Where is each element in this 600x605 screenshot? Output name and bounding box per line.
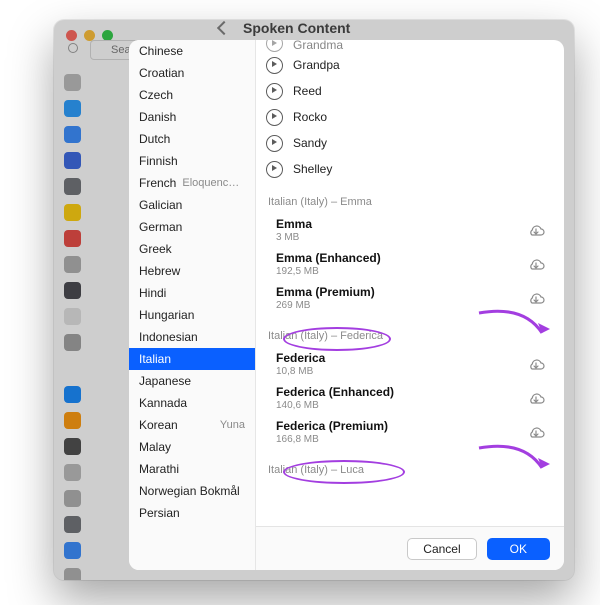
language-item[interactable]: Persian <box>129 502 255 524</box>
language-sub: Eloquence (E... <box>182 177 245 189</box>
voice-name: Sandy <box>293 136 327 150</box>
language-item[interactable]: Hindi <box>129 282 255 304</box>
language-sub: Yuna <box>220 419 245 431</box>
voice-name: Emma (Enhanced) <box>276 252 381 265</box>
language-item[interactable]: Danish <box>129 106 255 128</box>
play-icon[interactable] <box>266 135 283 152</box>
language-name: Italian <box>139 352 171 366</box>
voice-size: 140,6 MB <box>276 399 394 412</box>
language-name: German <box>139 220 182 234</box>
play-icon[interactable] <box>266 57 283 74</box>
language-name: Chinese <box>139 44 183 58</box>
language-name: Finnish <box>139 154 178 168</box>
language-item[interactable]: Finnish <box>129 150 255 172</box>
voice-group-title: Italian (Italy) – Emma <box>256 182 560 214</box>
voice-name: Shelley <box>293 162 332 176</box>
voice-name: Federica <box>276 352 325 365</box>
language-name: Croatian <box>139 66 184 80</box>
voice-name: Rocko <box>293 110 327 124</box>
voice-download-row[interactable]: Emma3 MB <box>256 214 560 248</box>
language-item[interactable]: Kannada <box>129 392 255 414</box>
voice-size: 192,5 MB <box>276 265 381 278</box>
language-item[interactable]: German <box>129 216 255 238</box>
voice-panel: Grandma Grandpa Reed Rocko Sandy Shelley Itali… <box>256 40 564 570</box>
voice-name: Grandpa <box>293 58 340 72</box>
voice-row[interactable]: Grandpa <box>256 52 560 78</box>
language-name: Kannada <box>139 396 187 410</box>
voice-download-row[interactable]: Federica (Enhanced)140,6 MB <box>256 382 560 416</box>
language-item[interactable]: Hebrew <box>129 260 255 282</box>
download-icon[interactable] <box>526 258 546 272</box>
voice-group-title: Italian (Italy) – Federica <box>256 316 560 348</box>
voice-group-title: Italian (Italy) – Luca <box>256 450 560 482</box>
voice-row[interactable]: Reed <box>256 78 560 104</box>
language-name: Hindi <box>139 286 166 300</box>
download-icon[interactable] <box>526 224 546 238</box>
language-item[interactable]: Norwegian Bokmål <box>129 480 255 502</box>
voice-row[interactable]: Grandma <box>256 40 560 52</box>
language-name: Greek <box>139 242 172 256</box>
language-name: Hungarian <box>139 308 194 322</box>
voice-name: Emma <box>276 218 312 231</box>
language-item[interactable]: Japanese <box>129 370 255 392</box>
language-item[interactable]: Hungarian <box>129 304 255 326</box>
play-icon[interactable] <box>266 83 283 100</box>
voice-download-row[interactable]: Emma (Enhanced)192,5 MB <box>256 248 560 282</box>
language-item[interactable]: Dutch <box>129 128 255 150</box>
download-icon[interactable] <box>526 292 546 306</box>
modal-footer: Cancel OK <box>256 526 564 570</box>
language-name: Galician <box>139 198 182 212</box>
voice-row[interactable]: Sandy <box>256 130 560 156</box>
language-name: Malay <box>139 440 171 454</box>
language-name: Indonesian <box>139 330 198 344</box>
language-name: Persian <box>139 506 180 520</box>
download-icon[interactable] <box>526 426 546 440</box>
voice-list[interactable]: Grandma Grandpa Reed Rocko Sandy Shelley Itali… <box>256 40 564 526</box>
voice-size: 3 MB <box>276 231 312 244</box>
voice-name: Emma (Premium) <box>276 286 375 299</box>
language-item[interactable]: Italian <box>129 348 255 370</box>
language-item[interactable]: Croatian <box>129 62 255 84</box>
language-item[interactable]: Indonesian <box>129 326 255 348</box>
language-item[interactable]: French Eloquence (E... <box>129 172 255 194</box>
language-name: Marathi <box>139 462 179 476</box>
language-item[interactable]: Galician <box>129 194 255 216</box>
language-item[interactable]: Chinese <box>129 40 255 62</box>
language-name: Dutch <box>139 132 170 146</box>
voice-name: Federica (Premium) <box>276 420 388 433</box>
language-list[interactable]: Chinese Croatian Czech Danish Dutch Finnish Fr… <box>129 40 256 570</box>
preferences-window: Spoken Content Lock ScreenTouch ID & Pas… <box>54 20 574 580</box>
language-name: Danish <box>139 110 176 124</box>
play-icon[interactable] <box>266 161 283 178</box>
voice-row[interactable]: Rocko <box>256 104 560 130</box>
voice-selection-modal: Chinese Croatian Czech Danish Dutch Finnish Fr… <box>129 40 564 570</box>
voice-name: Reed <box>293 84 322 98</box>
language-item[interactable]: Marathi <box>129 458 255 480</box>
voice-download-row[interactable]: Emma (Premium)269 MB <box>256 282 560 316</box>
language-item[interactable]: Greek <box>129 238 255 260</box>
language-name: French <box>139 176 176 190</box>
cancel-button[interactable]: Cancel <box>407 538 476 560</box>
play-icon[interactable] <box>266 109 283 126</box>
download-icon[interactable] <box>526 358 546 372</box>
language-name: Czech <box>139 88 173 102</box>
language-name: Hebrew <box>139 264 180 278</box>
voice-size: 269 MB <box>276 299 375 312</box>
play-icon[interactable] <box>266 40 283 52</box>
ok-button[interactable]: OK <box>487 538 550 560</box>
language-name: Korean <box>139 418 178 432</box>
download-icon[interactable] <box>526 392 546 406</box>
language-name: Japanese <box>139 374 191 388</box>
voice-download-row[interactable]: Federica (Premium)166,8 MB <box>256 416 560 450</box>
language-item[interactable]: Czech <box>129 84 255 106</box>
voice-name: Federica (Enhanced) <box>276 386 394 399</box>
language-item[interactable]: Korean Yuna <box>129 414 255 436</box>
voice-download-row[interactable]: Federica10,8 MB <box>256 348 560 382</box>
voice-row[interactable]: Shelley <box>256 156 560 182</box>
language-name: Norwegian Bokmål <box>139 484 240 498</box>
voice-size: 10,8 MB <box>276 365 325 378</box>
voice-name: Grandma <box>293 40 343 52</box>
voice-size: 166,8 MB <box>276 433 388 446</box>
language-item[interactable]: Malay <box>129 436 255 458</box>
